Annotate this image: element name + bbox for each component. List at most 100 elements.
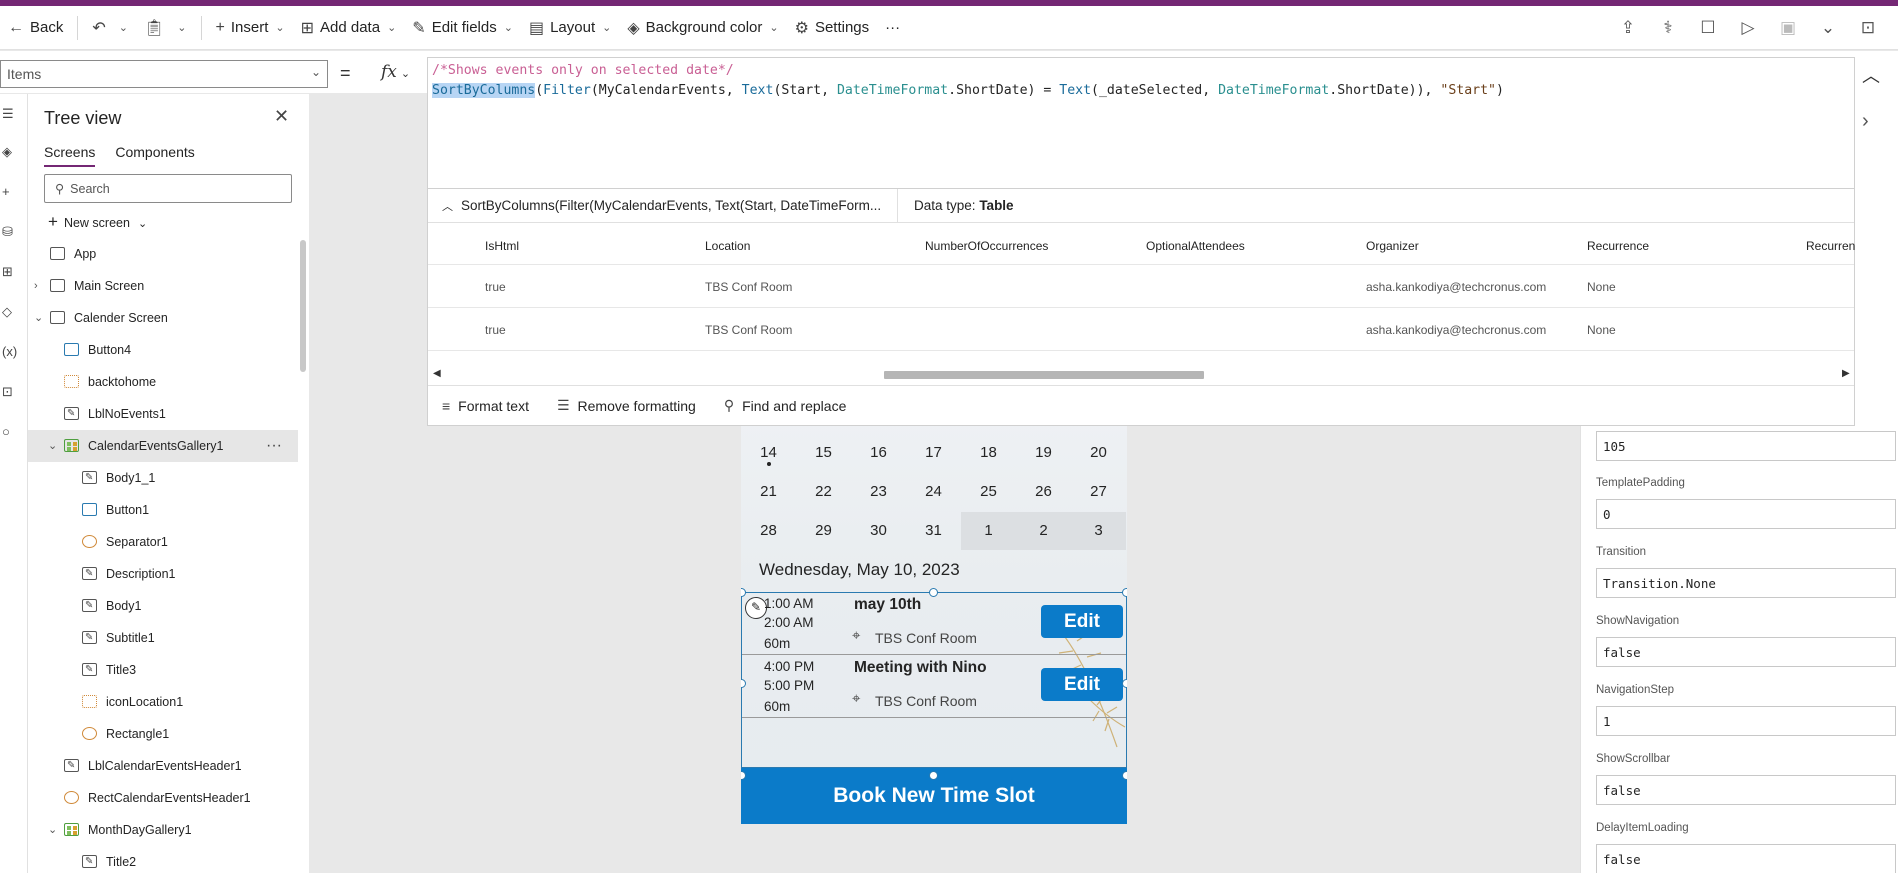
property-dropdown[interactable]: Items ⌄ <box>0 60 328 88</box>
calendar-day[interactable]: 19 <box>1016 434 1071 472</box>
layout-button[interactable]: ▤ Layout ⌄ <box>521 6 619 50</box>
play-icon[interactable]: ▷ <box>1728 18 1768 38</box>
template-size-field[interactable]: 105 <box>1596 431 1896 461</box>
calendar-day[interactable]: 15 <box>796 434 851 472</box>
calendar-day[interactable]: 17 <box>906 434 961 472</box>
calendar-day[interactable]: 31 <box>906 512 961 550</box>
tree-search-input[interactable]: ⚲ Search <box>44 174 292 203</box>
calendar-day[interactable]: 1 <box>961 512 1016 550</box>
comments-icon[interactable]: ☐ <box>1688 18 1728 38</box>
edit-button[interactable]: Edit <box>1041 668 1123 701</box>
search-icon[interactable]: ○ <box>2 424 10 439</box>
close-icon[interactable]: ✕ <box>274 106 289 127</box>
tools-icon[interactable]: ⊡ <box>2 384 13 400</box>
tree-item-subtitle1[interactable]: Subtitle1 <box>28 622 298 654</box>
chevron-down-icon[interactable]: ⌄ <box>48 430 57 462</box>
event-item[interactable]: 4:00 PM 5:00 PM 60m Meeting with Nino ⌖ … <box>742 656 1126 718</box>
calendar-day[interactable]: 22 <box>796 473 851 511</box>
tree-item-lblcalendareventsheader1[interactable]: LblCalendarEventsHeader1 <box>28 750 298 782</box>
show-scrollbar-field[interactable]: false <box>1596 775 1896 805</box>
insert-icon[interactable]: + <box>2 184 10 199</box>
tree-item-main-screen[interactable]: › Main Screen <box>28 270 298 302</box>
more-button[interactable]: ··· <box>877 6 908 50</box>
menu-icon[interactable]: ☰ <box>2 106 14 122</box>
resize-handle[interactable] <box>929 771 938 780</box>
delay-item-loading-field[interactable]: false <box>1596 844 1896 873</box>
app-checker-icon[interactable]: ⚕ <box>1648 18 1688 38</box>
tree-item-button4[interactable]: Button4 <box>28 334 298 366</box>
insert-button[interactable]: + Insert ⌄ <box>208 6 293 50</box>
resize-handle[interactable] <box>929 588 938 597</box>
tree-item-title3[interactable]: Title3 <box>28 654 298 686</box>
scrollbar-thumb[interactable] <box>884 371 1204 379</box>
calendar-day[interactable]: 14 <box>741 434 796 472</box>
fx-button[interactable]: fx ⌄ <box>373 59 423 87</box>
calendar-day[interactable]: 30 <box>851 512 906 550</box>
tree-item-body1-1[interactable]: Body1_1 <box>28 462 298 494</box>
variables-icon[interactable]: (x) <box>2 344 17 359</box>
background-color-button[interactable]: ◈ Background color ⌄ <box>619 6 786 50</box>
data-icon[interactable]: ⛁ <box>2 224 13 240</box>
tree-item-description1[interactable]: Description1 <box>28 558 298 590</box>
tree-item-rectangle1[interactable]: Rectangle1 <box>28 718 298 750</box>
find-replace-button[interactable]: ⚲ Find and replace <box>710 397 861 414</box>
tree-item-calender-screen[interactable]: ⌄ Calender Screen <box>28 302 298 334</box>
horizontal-scrollbar[interactable]: ◀ ▶ <box>428 367 1854 383</box>
calendar-day[interactable]: 27 <box>1071 473 1126 511</box>
tree-item-body1[interactable]: Body1 <box>28 590 298 622</box>
tree-item-iconlocation1[interactable]: iconLocation1 <box>28 686 298 718</box>
chevron-down-icon[interactable]: ⌄ <box>119 21 128 34</box>
tab-screens[interactable]: Screens <box>44 144 96 167</box>
calendar-day[interactable]: 20 <box>1071 434 1126 472</box>
chevron-right-icon[interactable]: › <box>1862 110 1869 133</box>
media-icon[interactable]: ⊞ <box>2 264 13 280</box>
back-button[interactable]: ← Back <box>0 6 71 50</box>
resize-handle[interactable] <box>1122 771 1127 780</box>
formula-editor[interactable]: /*Shows events only on selected date*/ S… <box>427 57 1855 189</box>
save-icon[interactable]: ▣ <box>1768 18 1808 38</box>
event-item[interactable]: ✎ 1:00 AM 2:00 AM 60m may 10th ⌖ TBS Con… <box>742 593 1126 655</box>
calendar-day[interactable]: 3 <box>1071 512 1126 550</box>
undo-button[interactable]: ↶ ⌄ <box>84 6 136 50</box>
calendar-day[interactable]: 2 <box>1016 512 1071 550</box>
paste-button[interactable]: 📋︎ ⌄ <box>136 6 195 50</box>
tree-item-separator1[interactable]: Separator1 <box>28 526 298 558</box>
transition-field[interactable]: Transition.None <box>1596 568 1896 598</box>
share-icon[interactable]: ⇪ <box>1608 18 1648 38</box>
calendar-day[interactable]: 29 <box>796 512 851 550</box>
tree-item-rectcalendareventsheader1[interactable]: RectCalendarEventsHeader1 <box>28 782 298 814</box>
chevron-right-icon[interactable]: › <box>34 270 38 302</box>
theme-icon[interactable]: ◇ <box>2 304 12 320</box>
tab-components[interactable]: Components <box>115 144 194 167</box>
tree-item-calendareventsgallery1[interactable]: ⌄ CalendarEventsGallery1 ··· <box>28 430 298 462</box>
remove-formatting-button[interactable]: ☰ Remove formatting <box>543 397 710 414</box>
format-text-button[interactable]: ≡ Format text <box>428 398 543 414</box>
tree-scrollbar[interactable] <box>300 240 306 372</box>
calendar-day[interactable]: 25 <box>961 473 1016 511</box>
chevron-down-icon[interactable]: ⌄ <box>177 21 186 34</box>
scroll-left-icon[interactable]: ◀ <box>433 368 441 379</box>
chevron-down-icon[interactable]: ⌄ <box>1808 18 1848 38</box>
tree-item-lblnoevents1[interactable]: LblNoEvents1 <box>28 398 298 430</box>
resize-handle[interactable] <box>1122 679 1127 688</box>
publish-icon[interactable]: ⊡ <box>1848 18 1888 38</box>
calendar-day[interactable]: 18 <box>961 434 1016 472</box>
add-data-button[interactable]: ⊞ Add data ⌄ <box>293 6 405 50</box>
calendar-day[interactable]: 24 <box>906 473 961 511</box>
resize-handle[interactable] <box>1122 588 1127 597</box>
scroll-right-icon[interactable]: ▶ <box>1842 368 1850 379</box>
results-expression[interactable]: ︿ SortByColumns(Filter(MyCalendarEvents, … <box>428 188 898 223</box>
tree-item-button1[interactable]: Button1 <box>28 494 298 526</box>
collapse-formula-icon[interactable]: ︿ <box>1862 62 1880 88</box>
new-screen-button[interactable]: + New screen ⌄ <box>48 212 147 232</box>
calendar-day[interactable]: 23 <box>851 473 906 511</box>
navigation-step-field[interactable]: 1 <box>1596 706 1896 736</box>
calendar-day[interactable]: 21 <box>741 473 796 511</box>
tree-item-app[interactable]: App <box>28 238 298 270</box>
chevron-down-icon[interactable]: ⌄ <box>48 814 57 846</box>
edit-button[interactable]: Edit <box>1041 605 1123 638</box>
template-padding-field[interactable]: 0 <box>1596 499 1896 529</box>
calendar-day[interactable]: 16 <box>851 434 906 472</box>
tree-item-title2[interactable]: Title2 <box>28 846 298 873</box>
chevron-down-icon[interactable]: ⌄ <box>34 302 43 334</box>
